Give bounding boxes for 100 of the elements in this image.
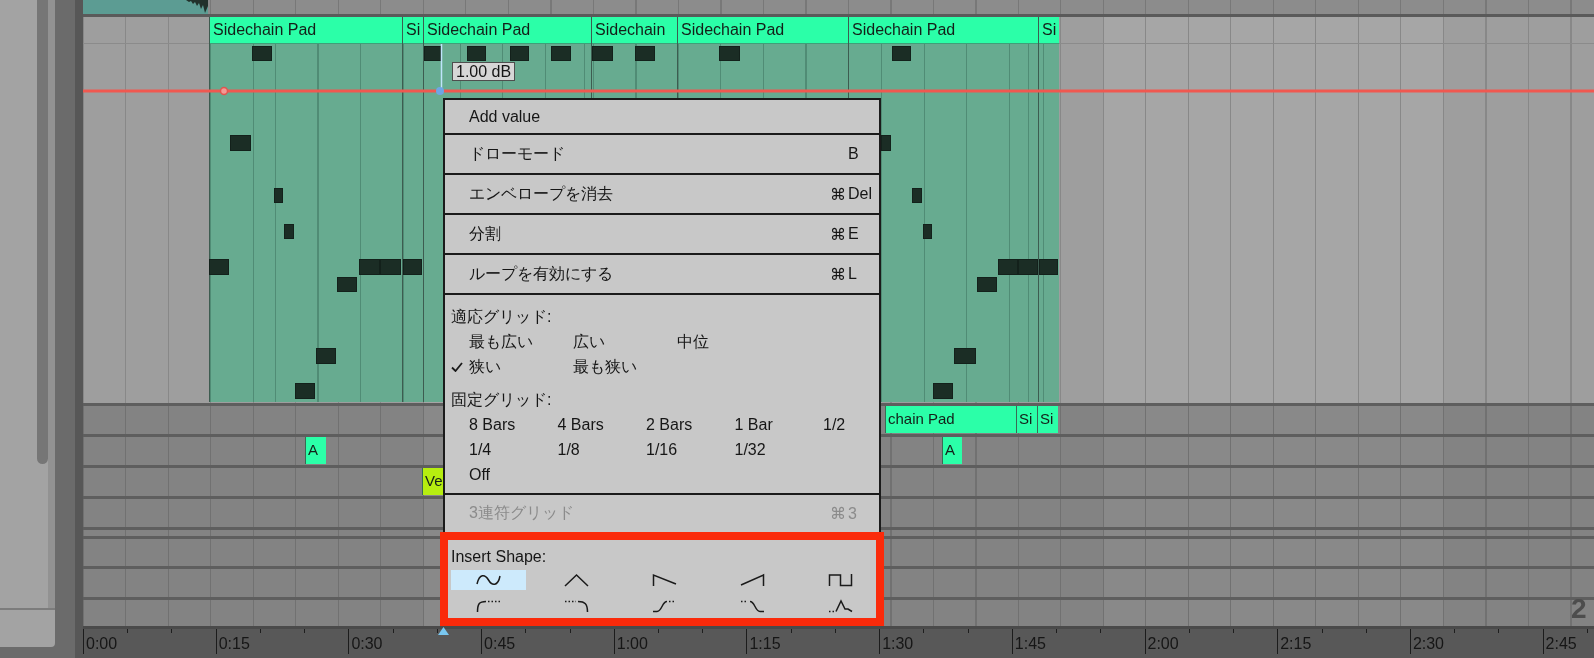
clip-header[interactable]: A xyxy=(305,437,326,464)
midi-note xyxy=(380,259,401,275)
midi-note xyxy=(403,259,422,275)
midi-note xyxy=(912,188,922,203)
midi-note xyxy=(551,46,571,61)
menu-item[interactable]: ループを有効にする ⌘L xyxy=(445,255,879,295)
midi-note xyxy=(252,46,272,61)
midi-note xyxy=(230,135,251,151)
section-heading: Insert Shape: xyxy=(451,547,547,567)
midi-note xyxy=(977,277,997,292)
shortcut-key: B xyxy=(848,145,859,162)
time-label: 1:45 xyxy=(1011,629,1046,654)
grid-option[interactable]: 1/32 xyxy=(716,438,766,461)
clip-header[interactable]: Si xyxy=(1037,406,1058,433)
grid-option[interactable]: 1 Bar xyxy=(716,413,773,436)
grid-option[interactable]: 最も狭い xyxy=(555,355,637,378)
ramp-down-icon xyxy=(652,573,677,587)
grid-option[interactable]: 狭い xyxy=(451,355,501,378)
time-label: 0:45 xyxy=(481,629,516,654)
sine-wave-icon xyxy=(476,573,501,587)
midi-note xyxy=(467,46,486,61)
clip-header[interactable]: Sidechain xyxy=(592,17,677,44)
midi-note xyxy=(635,46,655,61)
shortcut-key: 3 xyxy=(848,504,857,522)
triangle-marker-icon[interactable] xyxy=(438,627,449,635)
clip-header[interactable]: Sidechain Pad xyxy=(210,17,402,44)
time-label: 1:00 xyxy=(613,629,648,654)
audio-clip[interactable] xyxy=(83,0,208,14)
time-label: 0:30 xyxy=(348,629,383,654)
grid-option[interactable]: 8 Bars xyxy=(451,413,516,436)
grid-option[interactable]: 1/8 xyxy=(539,438,580,461)
midi-note xyxy=(1018,259,1038,275)
midi-note xyxy=(881,135,891,151)
clip-header[interactable]: chain Pad xyxy=(885,406,1016,433)
clip-header[interactable]: Sidechain Pad xyxy=(424,17,591,44)
ramp-up-icon xyxy=(740,573,765,587)
midi-clip[interactable]: Si xyxy=(1038,17,1059,402)
time-label: 2:45 xyxy=(1542,629,1577,654)
time-label: 1:30 xyxy=(879,629,914,654)
grid-option[interactable]: 1/4 xyxy=(451,438,492,461)
midi-note xyxy=(923,224,932,239)
midi-note xyxy=(274,188,283,203)
midi-note xyxy=(337,277,357,292)
clip-header[interactable]: Sidechain Pad xyxy=(849,17,1038,44)
section-heading: 適応グリッド: xyxy=(451,307,552,327)
midi-note xyxy=(954,348,976,364)
triangle-wave-icon xyxy=(564,573,589,587)
shortcut-key: Del xyxy=(848,185,872,202)
s-curve-fall-icon xyxy=(740,599,765,613)
peak-icon xyxy=(828,599,853,613)
shortcut-key: E xyxy=(848,225,859,242)
grid-option[interactable]: 広い xyxy=(555,330,605,353)
s-curve-rise-icon xyxy=(652,599,677,613)
grid-option[interactable]: Off xyxy=(451,463,491,486)
curve-fall-icon xyxy=(564,599,589,613)
midi-note xyxy=(316,348,336,364)
section-heading: 固定グリッド: xyxy=(451,390,552,410)
grid-option[interactable]: 4 Bars xyxy=(539,413,604,436)
grid-option[interactable]: 最も広い xyxy=(451,330,533,353)
shortcut-modifier: ⌘ xyxy=(830,225,846,243)
scrollbar-thumb[interactable] xyxy=(37,0,48,464)
grid-option[interactable]: 1/16 xyxy=(628,438,678,461)
midi-note xyxy=(892,46,911,61)
midi-note xyxy=(592,46,613,61)
time-label: 0:00 xyxy=(83,629,118,654)
shortcut-key: L xyxy=(848,265,857,282)
square-wave-icon xyxy=(828,573,853,587)
shortcut-modifier: ⌘ xyxy=(830,185,846,203)
clip-header[interactable]: Si xyxy=(1039,17,1059,44)
midi-note xyxy=(359,259,380,275)
waveform-drawing xyxy=(186,0,208,13)
check-icon xyxy=(451,361,463,372)
clip-header[interactable]: A xyxy=(942,437,962,464)
time-label: 2:30 xyxy=(1409,629,1444,654)
shape-button[interactable] xyxy=(451,570,526,590)
clip-header[interactable]: Si xyxy=(1016,406,1037,433)
menu-item[interactable]: Add value xyxy=(445,100,879,135)
midi-note xyxy=(284,224,294,239)
midi-note xyxy=(719,46,740,61)
grid-option[interactable]: 2 Bars xyxy=(628,413,693,436)
midi-note xyxy=(295,383,315,399)
midi-clip[interactable]: Sidechain Pad xyxy=(209,17,402,402)
clip-header[interactable]: Sidechain Pad xyxy=(678,17,848,44)
time-label: 0:15 xyxy=(215,629,250,654)
midi-clip[interactable]: Si xyxy=(402,17,423,402)
shortcut-modifier: ⌘ xyxy=(830,505,846,522)
midi-note xyxy=(510,46,529,61)
grid-option[interactable]: 1/2 xyxy=(805,413,846,436)
time-label: 2:00 xyxy=(1144,629,1179,654)
menu-item[interactable]: エンベロープを消去 ⌘Del xyxy=(445,175,879,215)
clip-header[interactable]: Ve xyxy=(422,468,443,495)
grid-option[interactable]: 中位 xyxy=(659,330,709,353)
menu-item[interactable]: ドローモード B xyxy=(445,135,879,175)
midi-note xyxy=(933,383,953,399)
clip-header[interactable]: Si xyxy=(403,17,423,44)
midi-note xyxy=(209,259,229,275)
menu-item[interactable]: 分割 ⌘E xyxy=(445,215,879,255)
value-tooltip: 1.00 dB xyxy=(452,62,516,81)
midi-note xyxy=(1039,259,1058,275)
time-label: 2:15 xyxy=(1277,629,1312,654)
